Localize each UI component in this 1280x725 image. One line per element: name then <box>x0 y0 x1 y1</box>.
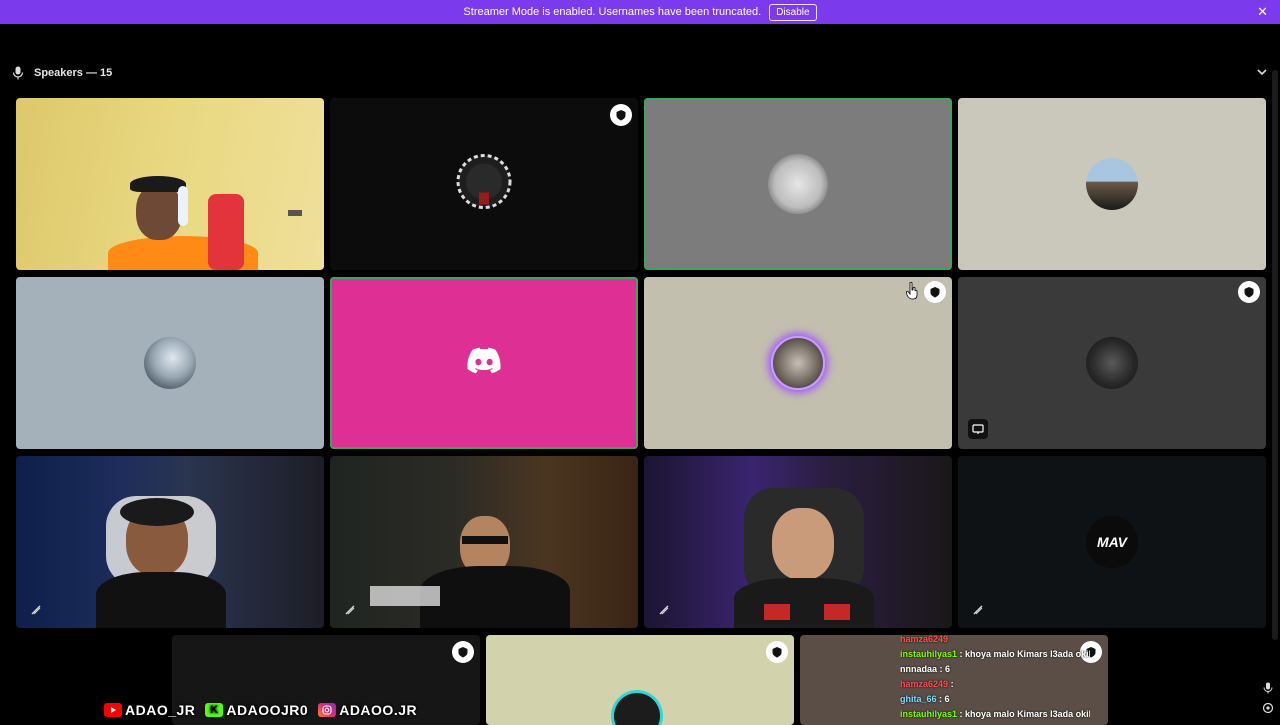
participant-tile[interactable] <box>958 277 1266 449</box>
avatar: MAV <box>1086 516 1138 568</box>
muted-mic-icon <box>345 605 355 615</box>
participant-tile[interactable] <box>486 635 794 725</box>
chat-message: hamza6249 <box>900 632 1090 647</box>
target-icon[interactable] <box>1262 702 1274 714</box>
streamer-mode-banner: Streamer Mode is enabled. Usernames have… <box>0 0 1280 24</box>
chevron-down-icon[interactable] <box>1256 67 1268 77</box>
chat-text: : khoya malo Kimars l3ada okikhni <box>959 709 1090 719</box>
participant-tile-speaking[interactable] <box>330 277 638 449</box>
participant-tile-speaking[interactable] <box>644 98 952 270</box>
side-controls <box>1262 682 1274 714</box>
chat-message: instauhilyas1 : khoya malo Kimars l3ada … <box>900 647 1090 662</box>
chat-text: : khoya malo Kimars l3ada okikhni <box>959 649 1090 659</box>
microphone-icon <box>12 66 24 80</box>
hand-cursor-icon <box>906 282 918 300</box>
participant-tile[interactable] <box>644 277 952 449</box>
participant-tile-camera[interactable] <box>16 98 324 270</box>
banner-message: Streamer Mode is enabled. Usernames have… <box>463 6 762 18</box>
social-kick: K ADAOOJR0 <box>205 702 308 718</box>
avatar-logo-text: MAV <box>1096 534 1128 550</box>
speakers-count-label: Speakers — 15 <box>34 67 113 79</box>
muted-mic-icon <box>31 605 41 615</box>
avatar <box>144 337 196 389</box>
avatar <box>1086 158 1138 210</box>
participant-tile[interactable] <box>330 98 638 270</box>
discord-logo-icon <box>467 347 501 379</box>
webcam-video <box>734 488 874 628</box>
moderator-shield-icon <box>610 104 632 126</box>
youtube-handle: ADAO_JR <box>125 702 196 718</box>
avatar <box>771 336 825 390</box>
chat-username: ghita_66 <box>900 694 937 704</box>
muted-mic-icon <box>659 605 669 615</box>
chat-message: ghita_66 : 6 <box>900 692 1090 707</box>
participant-tile-camera[interactable] <box>16 456 324 628</box>
participant-tile-camera[interactable] <box>644 456 952 628</box>
moderator-shield-icon <box>452 641 474 663</box>
moderator-shield-icon <box>924 281 946 303</box>
disable-streamer-mode-button[interactable]: Disable <box>769 3 817 21</box>
social-youtube: ADAO_JR <box>104 702 195 718</box>
chat-message: nnnadaa : 6 <box>900 662 1090 677</box>
chat-username: hamza6249 <box>900 679 949 689</box>
youtube-icon <box>104 703 122 717</box>
chat-username: nnnadaa <box>900 664 938 674</box>
chat-message: hamza6249 : <box>900 677 1090 692</box>
kick-handle: ADAOOJR0 <box>226 702 309 718</box>
chat-text: : 6 <box>939 694 950 704</box>
participant-tile[interactable]: MAV <box>958 456 1266 628</box>
avatar <box>768 154 828 214</box>
close-banner-icon[interactable]: ✕ <box>1257 4 1268 20</box>
moderator-shield-icon <box>766 641 788 663</box>
participant-tile[interactable] <box>16 277 324 449</box>
speakers-header: Speakers — 15 <box>12 64 112 82</box>
scrollbar[interactable] <box>1272 70 1278 640</box>
chat-username: hamza6249 <box>900 634 949 644</box>
chat-text: : <box>950 679 954 689</box>
microphone-icon[interactable] <box>1263 682 1273 694</box>
instagram-icon <box>318 703 337 717</box>
kick-icon: K <box>205 703 224 717</box>
chat-text: : 6 <box>939 664 951 674</box>
chat-username: instauhilyas1 <box>900 649 958 659</box>
stream-chat-overlay: hamza6249 instauhilyas1 : khoya malo Kim… <box>900 632 1090 722</box>
webcam-video <box>420 516 570 628</box>
stream-socials-overlay: ADAO_JR K ADAOOJR0 ADAOO.JR <box>104 702 417 718</box>
participant-tile-camera[interactable] <box>330 456 638 628</box>
moderator-shield-icon <box>1238 281 1260 303</box>
chat-username: instauhilyas1 <box>900 709 958 719</box>
avatar <box>614 693 660 725</box>
webcam-video <box>96 496 226 628</box>
instagram-handle: ADAOO.JR <box>339 702 418 718</box>
social-instagram: ADAOO.JR <box>318 702 417 718</box>
webcam-video <box>108 176 258 270</box>
screenshare-icon[interactable] <box>968 419 988 439</box>
participant-tile[interactable] <box>958 98 1266 270</box>
avatar <box>451 149 517 220</box>
avatar <box>1086 337 1138 389</box>
muted-mic-icon <box>973 605 983 615</box>
